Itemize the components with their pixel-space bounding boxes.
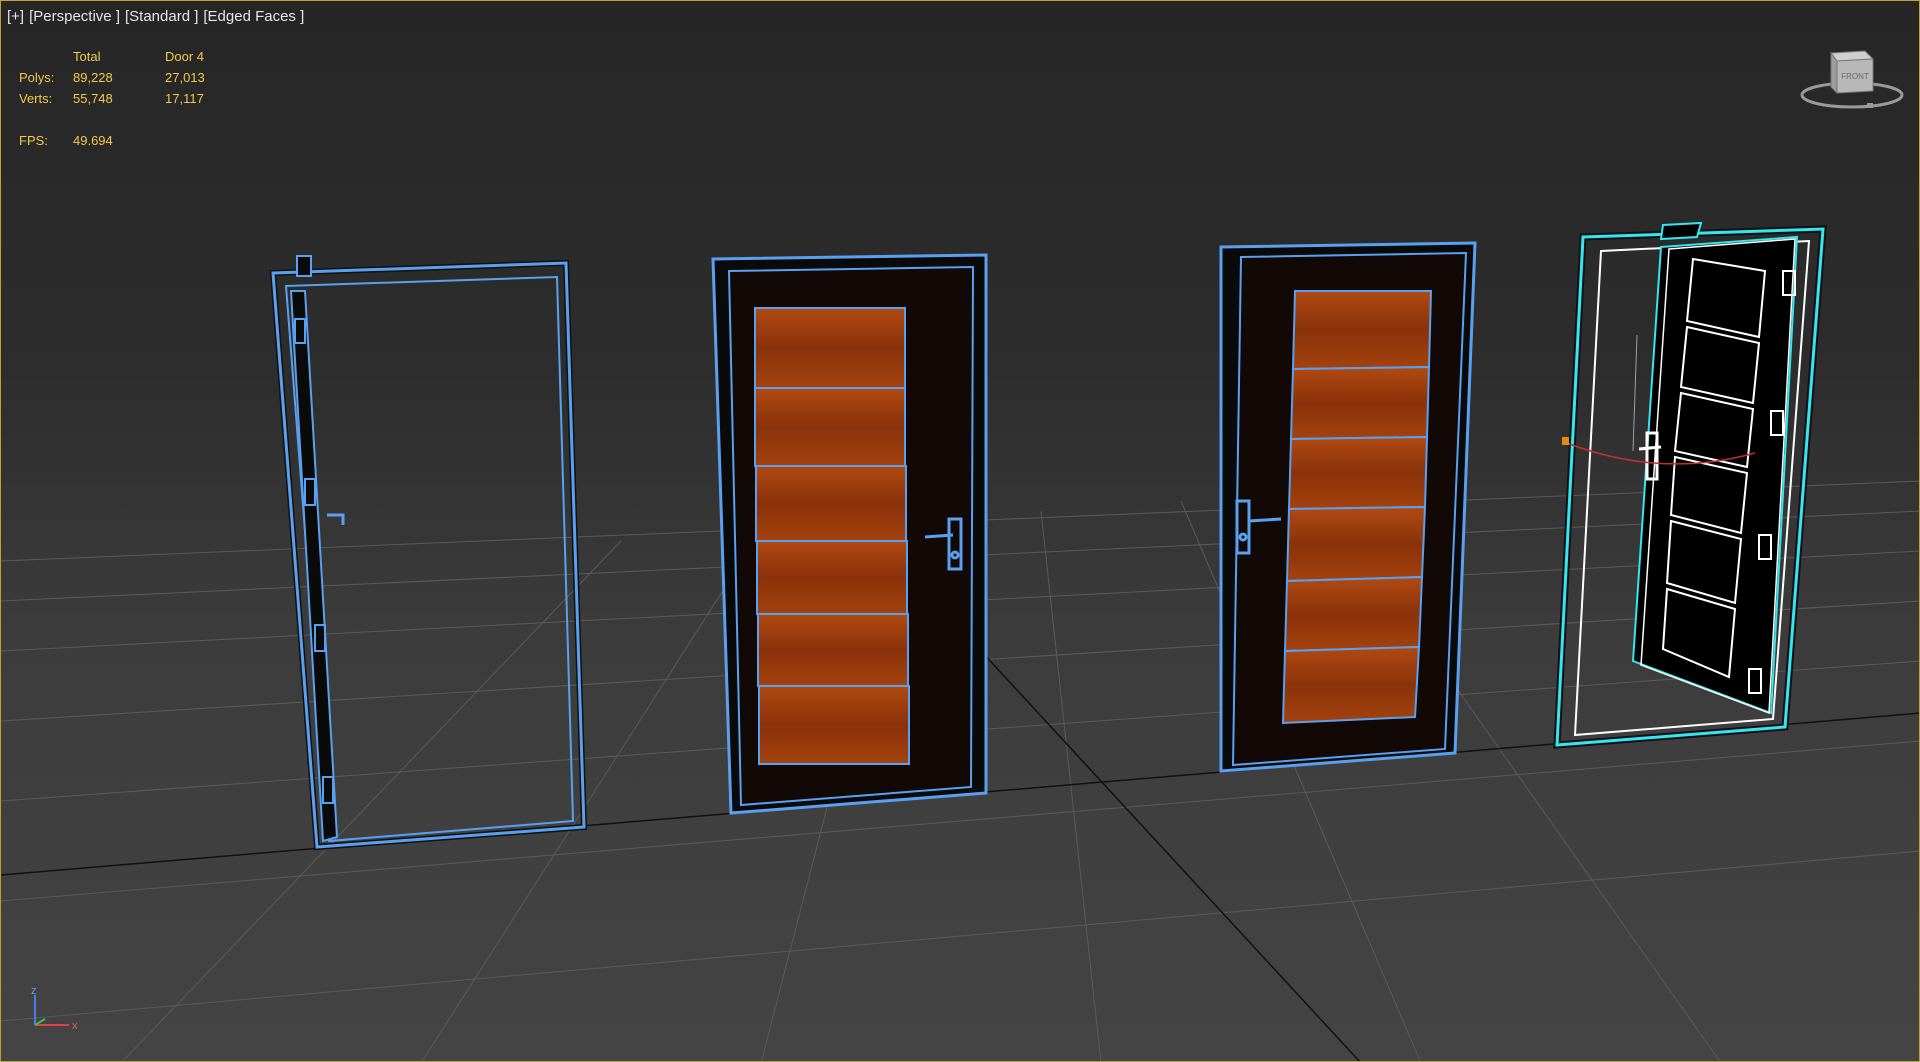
verts-total: 55,748 xyxy=(73,91,113,106)
axis-z-label: z xyxy=(31,985,37,997)
viewcube[interactable]: FRONT xyxy=(1797,45,1907,117)
door-2-panels xyxy=(754,307,910,765)
polys-selected: 27,013 xyxy=(165,70,205,85)
door-4-local-z-axis xyxy=(1632,334,1638,452)
door-3[interactable] xyxy=(1219,241,1477,773)
viewport-label-menu: [+] [Perspective ] [Standard ] [Edged Faces… xyxy=(7,8,309,25)
polys-total: 89,228 xyxy=(73,70,113,85)
viewport-general-menu[interactable]: [+] xyxy=(7,8,24,25)
viewport-shading-menu[interactable]: [Standard ] xyxy=(125,8,198,25)
door-4-pivot-marker xyxy=(1562,437,1569,445)
viewcube-front-label: FRONT xyxy=(1841,72,1869,81)
axis-tripod: z x xyxy=(31,985,78,1031)
viewport-point-of-view-menu[interactable]: [Perspective ] xyxy=(29,8,120,25)
door-3-panels xyxy=(1281,290,1433,725)
verts-selected: 17,117 xyxy=(165,91,204,106)
viewport-edged-faces-menu[interactable]: [Edged Faces ] xyxy=(203,8,304,25)
perspective-viewport[interactable]: [+] [Perspective ] [Standard ] [Edged Faces… xyxy=(0,0,1920,1062)
stats-header-selected: Door 4 xyxy=(165,49,205,64)
viewcube-home-marker[interactable] xyxy=(1867,103,1873,108)
stats-header-total: Total xyxy=(73,49,101,64)
door-1-handle xyxy=(327,513,345,525)
door-2[interactable] xyxy=(711,253,988,815)
fps-value: 49.694 xyxy=(73,133,113,148)
viewcube-side-face[interactable] xyxy=(1830,51,1838,95)
door-1[interactable] xyxy=(269,255,588,851)
scene-canvas[interactable] xyxy=(1,1,1920,1062)
polys-label: Polys: xyxy=(19,70,55,85)
verts-label: Verts: xyxy=(19,91,53,106)
door-4-selected[interactable] xyxy=(1553,221,1827,749)
axis-x-label: x xyxy=(72,1020,78,1031)
fps-label: FPS: xyxy=(19,133,48,148)
